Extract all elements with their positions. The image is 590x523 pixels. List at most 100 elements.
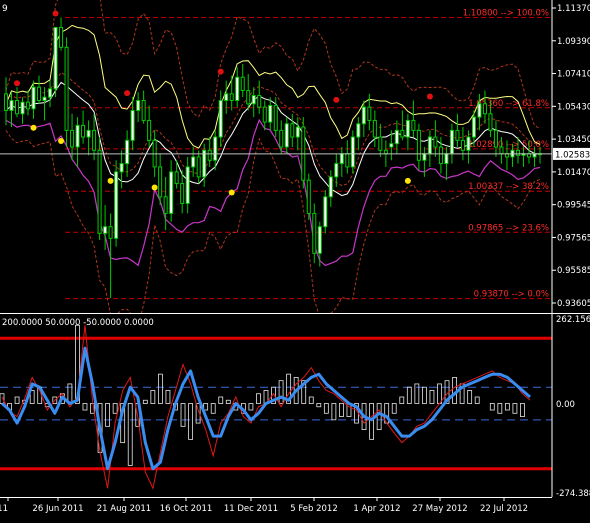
fractal-up-marker xyxy=(124,90,131,97)
bull-candle xyxy=(350,136,355,168)
bear-candle xyxy=(345,153,350,168)
bear-candle xyxy=(367,106,372,121)
bull-candle xyxy=(471,116,476,138)
bull-candle xyxy=(235,76,240,101)
bull-candle xyxy=(218,99,223,138)
price-axis-label: 1.09390 xyxy=(557,37,590,47)
bull-candle xyxy=(339,153,344,165)
bear-candle xyxy=(246,90,251,105)
bull-candle xyxy=(334,163,339,178)
bull-candle xyxy=(9,99,14,111)
bull-candle xyxy=(42,96,47,101)
fib-level-label: 0.97865 --> 23.6% xyxy=(468,223,549,233)
bear-candle xyxy=(64,46,69,131)
bear-candle xyxy=(438,146,443,165)
fractal-down-marker xyxy=(30,124,37,131)
bear-candle xyxy=(482,103,487,115)
bear-candle xyxy=(306,179,311,214)
fractal-up-marker xyxy=(333,96,340,103)
bull-candle xyxy=(125,139,130,165)
indicator-levels-label: 200.0000 50.0000 -50.0000 0.0000 xyxy=(2,318,154,328)
price-axis-label: 1.01470 xyxy=(557,168,590,178)
bear-candle xyxy=(174,171,179,185)
fractal-down-marker xyxy=(151,184,158,191)
price-axis-label: 0.99545 xyxy=(557,201,590,211)
bull-candle xyxy=(405,119,410,138)
price-panel-area xyxy=(0,0,552,313)
bull-candle xyxy=(317,226,322,254)
fib-level-label: 1.02890 --> 50.0% xyxy=(468,140,549,150)
indicator-panel[interactable]: 200.0000 50.0000 -50.0000 0.0000 262.156… xyxy=(0,314,590,499)
fib-level-label: 0.93870 --> 0.0% xyxy=(474,290,549,300)
price-axis-label: 0.95585 xyxy=(557,266,590,276)
bull-candle xyxy=(328,176,333,198)
bull-candle xyxy=(114,171,119,239)
bear-candle xyxy=(488,113,493,131)
time-axis-label: 22 Jul 2012 xyxy=(480,504,528,514)
bull-candle xyxy=(20,101,25,115)
bull-candle xyxy=(31,86,36,110)
fractal-up-marker xyxy=(217,68,224,75)
bull-candle xyxy=(185,166,190,204)
bear-candle xyxy=(196,156,201,178)
bear-candle xyxy=(515,149,520,156)
bear-candle xyxy=(70,129,75,148)
trading-chart-svg: 1.10800 --> 100.0%1.05360 --> 61.8%1.028… xyxy=(0,0,590,519)
time-axis-label: 27 May 2012 xyxy=(412,504,467,514)
bear-candle xyxy=(229,93,234,101)
current-price-label: 1.02583 xyxy=(555,150,590,160)
bull-candle xyxy=(466,136,471,151)
bull-candle xyxy=(394,129,399,145)
price-axis-label: 1.07410 xyxy=(557,70,590,80)
price-panel[interactable]: 1.10800 --> 100.0%1.05360 --> 61.8%1.028… xyxy=(0,0,590,329)
bear-candle xyxy=(411,119,416,131)
fractal-down-marker xyxy=(58,138,65,145)
bear-candle xyxy=(433,136,438,148)
time-axis-label: 2011 xyxy=(0,504,8,514)
bull-candle xyxy=(191,156,196,168)
indicator-axis-max: 262.1561 xyxy=(556,315,590,325)
bull-candle xyxy=(427,136,432,155)
price-axis-label: 1.05430 xyxy=(557,102,590,112)
fractal-up-marker xyxy=(426,93,433,100)
bull-candle xyxy=(86,129,91,138)
bull-candle xyxy=(323,196,328,228)
indicator-axis-zero: 0.00 xyxy=(556,400,575,410)
time-axis-label: 11 Dec 2011 xyxy=(224,504,278,514)
bear-candle xyxy=(141,99,146,121)
price-axis-label: 0.93605 xyxy=(557,299,590,309)
bear-candle xyxy=(312,212,317,254)
price-axis-label: 1.03450 xyxy=(557,135,590,145)
bear-candle xyxy=(26,101,31,110)
fractal-up-marker xyxy=(14,80,21,87)
time-axis-label: 26 Jun 2011 xyxy=(32,504,83,514)
bear-candle xyxy=(163,196,168,214)
time-axis-label: 21 Aug 2011 xyxy=(97,504,151,514)
bull-candle xyxy=(251,95,256,105)
bull-candle xyxy=(103,226,108,234)
bear-candle xyxy=(455,129,460,141)
bear-candle xyxy=(383,149,388,155)
bear-candle xyxy=(262,106,267,123)
bear-candle xyxy=(81,124,86,138)
fib-level-label: 1.10800 --> 100.0% xyxy=(463,8,549,18)
bull-candle xyxy=(389,143,394,148)
bear-candle xyxy=(378,136,383,151)
bull-candle xyxy=(449,129,454,155)
bear-candle xyxy=(279,129,284,148)
bull-candle xyxy=(356,123,361,138)
bear-candle xyxy=(158,166,163,198)
fractal-down-marker xyxy=(107,177,114,184)
trading-chart[interactable]: 1.10800 --> 100.0% 1.05360 --> 61.8% 1.028… xyxy=(0,0,590,519)
bull-candle xyxy=(224,93,229,101)
bear-candle xyxy=(59,26,64,48)
bear-candle xyxy=(499,146,504,155)
bull-candle xyxy=(53,26,58,90)
bull-candle xyxy=(268,104,273,123)
price-axis-label: 0.97565 xyxy=(557,233,590,243)
bull-candle xyxy=(119,163,124,173)
bull-candle xyxy=(444,153,449,165)
bear-candle xyxy=(257,95,262,108)
bear-candle xyxy=(147,119,152,141)
bear-candle xyxy=(400,129,405,138)
